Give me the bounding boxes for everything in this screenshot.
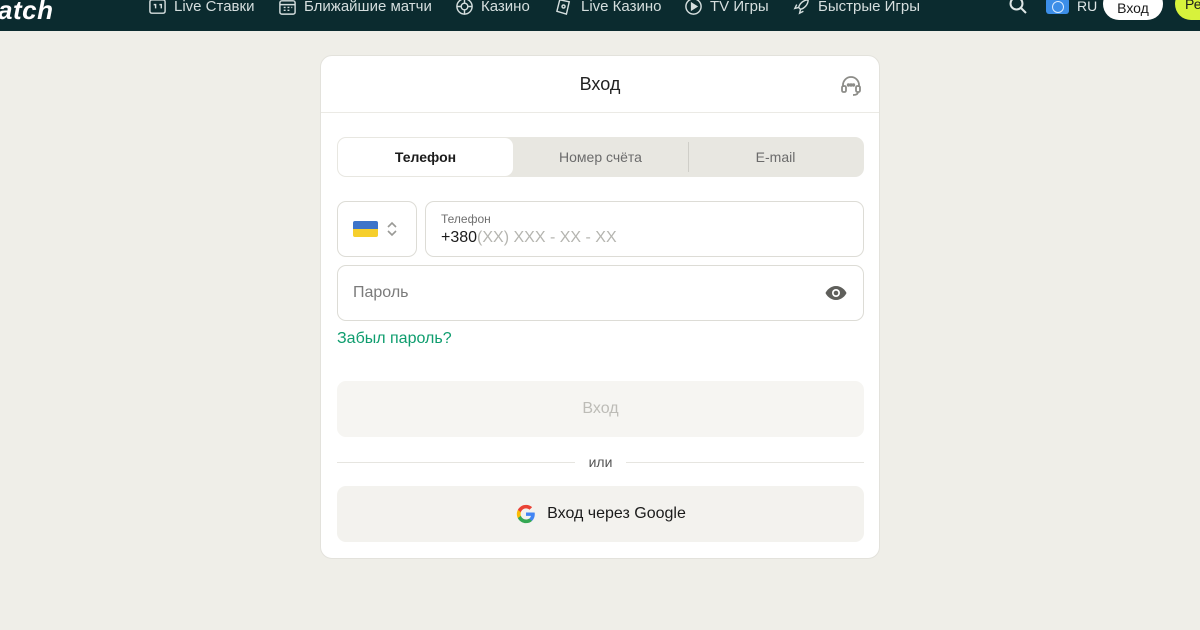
score-board-icon [149, 0, 166, 14]
country-code-select[interactable] [337, 201, 417, 257]
search-icon[interactable] [1007, 0, 1029, 16]
nav-label: TV Игры [710, 0, 769, 15]
forgot-password-link[interactable]: Забыл пароль? [337, 330, 452, 348]
nav-label: Быстрые Игры [818, 0, 921, 15]
header-register-button[interactable]: Ре [1175, 0, 1200, 20]
chevron-up-down-icon [387, 221, 397, 237]
phone-input[interactable]: Телефон +380(XX) XXX - XX - XX [425, 201, 864, 257]
modal-header: Вход [321, 56, 879, 113]
eye-icon[interactable] [824, 281, 848, 305]
or-divider: или [337, 452, 864, 472]
nav-label: Live Казино [581, 0, 662, 15]
nav-tv-games[interactable]: TV Игры [684, 0, 769, 16]
nav-label: Казино [481, 0, 530, 15]
language-code: RU [1077, 0, 1098, 14]
phone-field-label: Телефон [441, 212, 491, 226]
phone-country-prefix: +380 [441, 229, 478, 246]
play-circle-icon [685, 0, 702, 15]
tab-account-number[interactable]: Номер счёта [513, 138, 688, 176]
tab-email[interactable]: E-mail [688, 138, 863, 176]
rocket-icon [793, 0, 809, 14]
login-submit-button[interactable]: Вход [337, 381, 864, 437]
or-text: или [588, 454, 613, 470]
google-login-label: Вход через Google [547, 505, 686, 522]
google-login-button[interactable]: Вход через Google [337, 486, 864, 542]
live-casino-icon [556, 0, 571, 15]
nav-label: Ближайшие матчи [304, 0, 432, 15]
nav-live-casino[interactable]: Live Казино [555, 0, 661, 16]
nav-live-bets[interactable]: Live Ставки [148, 0, 254, 16]
tab-phone[interactable]: Телефон [338, 138, 513, 176]
divider-line [626, 461, 864, 463]
globe-icon [1046, 0, 1069, 14]
nav-label: Live Ставки [174, 0, 255, 15]
nav-upcoming-matches[interactable]: Ближайшие матчи [278, 0, 432, 16]
language-selector[interactable]: RU [1046, 0, 1097, 16]
calendar-icon [279, 0, 296, 15]
phone-mask-placeholder: (XX) XXX - XX - XX [477, 229, 617, 246]
password-field[interactable] [337, 265, 864, 321]
login-modal: Вход Телефон Номер счёта E-mail Телефон … [320, 55, 880, 559]
password-input[interactable] [353, 284, 824, 302]
header-login-button[interactable]: Вход [1103, 0, 1163, 20]
top-navigation-bar: atch Live Ставки Ближайшие матчи Казино … [0, 0, 1200, 31]
ukraine-flag-icon [353, 221, 378, 237]
nav-fast-games[interactable]: Быстрые Игры [792, 0, 920, 16]
divider-line [337, 461, 575, 463]
login-method-tabs: Телефон Номер счёта E-mail [337, 137, 864, 177]
site-logo[interactable]: atch [0, 0, 53, 26]
google-icon [516, 504, 535, 524]
casino-chip-icon [456, 0, 473, 15]
nav-casino[interactable]: Казино [455, 0, 530, 16]
headset-icon[interactable] [839, 73, 863, 97]
modal-title: Вход [579, 73, 621, 94]
